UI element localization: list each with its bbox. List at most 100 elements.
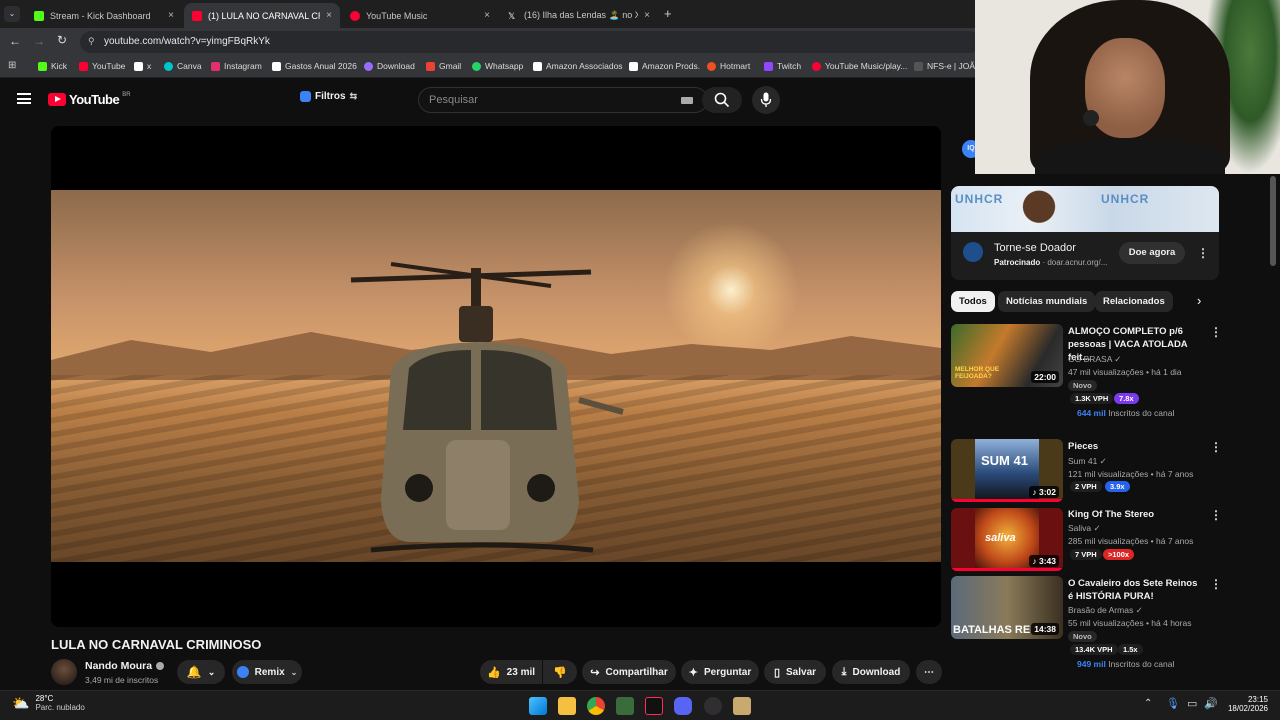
channel-name[interactable]: Brasão de Armas ✓ — [1068, 605, 1143, 616]
more-icon[interactable]: ⋮ — [1210, 577, 1222, 591]
bookmark-gmail[interactable]: Gmail — [426, 61, 461, 71]
clock[interactable]: 23:15 18/02/2026 — [1226, 695, 1268, 713]
more-icon[interactable]: ⋮ — [1210, 440, 1222, 454]
search-input[interactable]: Pesquisar — [418, 87, 708, 113]
ad-more-icon[interactable]: ⋮ — [1197, 246, 1209, 260]
bookmark-x[interactable]: x — [134, 61, 151, 71]
video-thumbnail[interactable]: MELHOR QUE FEIJOADA? 22:00 — [951, 324, 1063, 387]
keyboard-icon[interactable] — [681, 97, 693, 104]
tab-x[interactable]: 𝕏 (16) Ilha das Lendas 🏝️ no X: " × — [500, 3, 658, 28]
video-title[interactable]: King Of The Stereo — [1068, 508, 1204, 521]
bookmark-nfse[interactable]: NFS-e | JOÃO — [914, 61, 982, 71]
tab-kick[interactable]: Stream - Kick Dashboard × — [26, 3, 182, 28]
video-title[interactable]: O Cavaleiro dos Sete Reinos é HISTÓRIA P… — [1068, 577, 1204, 603]
vph-badge: 1.3K VPH — [1070, 393, 1114, 404]
filters-button[interactable]: Filtros ⇆ — [300, 91, 357, 102]
bookmark-gastos[interactable]: Gastos Anual 2026 — [272, 61, 357, 71]
discord-icon[interactable] — [674, 697, 692, 715]
channel-name[interactable]: Saliva ✓ — [1068, 523, 1101, 534]
close-icon[interactable]: × — [326, 10, 332, 21]
voice-search-button[interactable] — [752, 86, 780, 114]
ask-button[interactable]: ✦ Perguntar — [681, 660, 759, 684]
channel-name[interactable]: Nando Moura — [85, 660, 165, 672]
x-icon — [134, 61, 143, 71]
video-thumbnail[interactable]: saliva ♪ 3:43 — [951, 508, 1063, 571]
remix-button[interactable]: Remix ⌄ — [232, 660, 302, 684]
bookmark-instagram[interactable]: Instagram — [211, 61, 262, 71]
chip-related[interactable]: Relacionados — [1095, 291, 1173, 312]
ad-cta-button[interactable]: Doe agora — [1119, 242, 1185, 264]
ad-card[interactable]: UNHCR UNHCR Torne-se Doador Patrocinado … — [951, 186, 1219, 280]
channel-name[interactable]: Sum 41 ✓ — [1068, 456, 1107, 467]
bookmark-youtube-music[interactable]: YouTube Music/play... — [812, 61, 907, 71]
bookmark-twitch[interactable]: Twitch — [764, 61, 801, 71]
close-icon[interactable]: × — [484, 10, 490, 21]
like-button[interactable]: 👍 23 mil — [480, 660, 542, 684]
bookmark-kick[interactable]: Kick — [38, 61, 67, 71]
search-button[interactable] — [702, 87, 742, 113]
reload-icon[interactable]: ↻ — [57, 33, 67, 47]
show-hidden-icons[interactable]: ⌃ — [1144, 698, 1152, 709]
close-icon[interactable]: × — [168, 10, 174, 21]
save-button[interactable]: ▯ Salvar — [764, 660, 826, 684]
network-icon[interactable]: ▭ — [1187, 697, 1197, 710]
tab-youtube-music[interactable]: YouTube Music × — [342, 3, 498, 28]
dislike-button[interactable]: 👎 — [543, 660, 577, 684]
file-explorer-icon[interactable] — [558, 697, 576, 715]
multiplier-badge: 3.9x — [1105, 481, 1130, 492]
tiktok-icon[interactable] — [645, 697, 663, 715]
tab-list-icon[interactable]: ⌄ — [4, 6, 20, 22]
video-player[interactable] — [51, 126, 941, 627]
apps-grid-icon[interactable]: ⊞ — [8, 60, 16, 71]
site-info-icon[interactable]: ⚲ — [88, 36, 95, 47]
microphone-tray-icon[interactable]: 🎙 — [1166, 697, 1180, 710]
channel-name[interactable]: GG BRASA ✓ — [1068, 354, 1121, 365]
bookmark-download[interactable]: Download — [364, 61, 415, 71]
bookmark-canva[interactable]: Canva — [164, 61, 202, 71]
iq-extension-icon — [236, 666, 249, 678]
helicopter — [350, 262, 624, 553]
windows-start-icon[interactable] — [529, 697, 547, 715]
back-icon[interactable]: ← — [9, 34, 21, 48]
channel-avatar[interactable] — [51, 659, 77, 685]
page-scrollbar[interactable] — [1270, 176, 1276, 266]
chip-world-news[interactable]: Notícias mundiais — [998, 291, 1096, 312]
subscription-bell-button[interactable]: 🔔 ⌄ — [177, 660, 225, 684]
chrome-icon[interactable] — [587, 697, 605, 715]
video-meta: 55 mil visualizações • há 4 horas — [1068, 618, 1192, 628]
close-icon[interactable]: × — [644, 10, 650, 21]
tab-title: (1) LULA NO CARNAVAL CRIMI — [208, 10, 320, 21]
region-code: BR — [122, 91, 131, 98]
video-thumbnail[interactable]: BATALHAS RE 14:38 — [951, 576, 1063, 639]
menu-icon[interactable] — [17, 93, 31, 104]
bookmark-amazon-associados[interactable]: Amazon Associados — [533, 61, 623, 71]
video-title[interactable]: Pieces — [1068, 440, 1204, 453]
forward-icon[interactable]: → — [33, 34, 45, 48]
tab-title: YouTube Music — [366, 10, 428, 21]
more-actions-button[interactable]: ⋯ — [916, 660, 942, 684]
new-tab-icon[interactable]: + — [664, 6, 672, 21]
chip-all[interactable]: Todos — [951, 291, 995, 312]
video-thumbnail[interactable]: SUM 41 ♪ 3:02 — [951, 439, 1063, 502]
twitch-icon — [764, 61, 773, 71]
vph-badge: 7 VPH — [1070, 549, 1102, 560]
url-field[interactable]: ⚲ youtube.com/watch?v=yimgFBqRkYk — [80, 31, 980, 53]
weather-widget[interactable]: ⛅ 28°C Parc. nublado — [12, 694, 85, 712]
more-icon[interactable]: ⋮ — [1210, 508, 1222, 522]
league-icon[interactable] — [733, 697, 751, 715]
more-icon[interactable]: ⋮ — [1210, 325, 1222, 339]
bookmark-hotmart[interactable]: Hotmart — [707, 61, 750, 71]
download-button[interactable]: ⤓ Download — [832, 660, 910, 684]
bookmark-amazon-prods[interactable]: Amazon Prods. — [629, 61, 700, 71]
bell-icon: 🔔 — [186, 665, 202, 679]
volume-icon[interactable]: 🔊 — [1204, 697, 1218, 710]
tab-youtube-video[interactable]: (1) LULA NO CARNAVAL CRIMI × — [184, 3, 340, 28]
obs-icon[interactable] — [704, 697, 722, 715]
bookmark-youtube[interactable]: YouTube — [79, 61, 125, 71]
app-icon[interactable] — [616, 697, 634, 715]
streamer-shirt — [1035, 140, 1225, 174]
youtube-logo[interactable]: YouTube BR — [48, 92, 131, 107]
share-button[interactable]: ↪ Compartilhar — [582, 660, 676, 684]
chips-next-icon[interactable]: › — [1197, 293, 1201, 308]
bookmark-whatsapp[interactable]: Whatsapp — [472, 61, 523, 71]
